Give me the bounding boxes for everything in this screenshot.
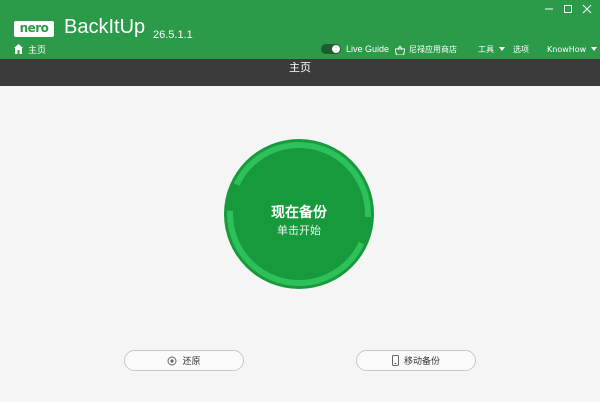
chevron-down-icon (591, 47, 598, 51)
home-icon (14, 44, 23, 54)
toggle-switch[interactable] (321, 44, 341, 54)
app-name: BackItUp (64, 16, 146, 38)
mobile-backup-label: 移动备份 (403, 357, 440, 367)
maximize-button[interactable] (562, 3, 574, 15)
maximize-icon (564, 5, 572, 13)
knowhow-menu-label: KnowHow (547, 44, 587, 54)
options-menu-label: 选项 (513, 44, 529, 54)
basket-icon (394, 40, 406, 59)
minimize-icon (545, 8, 553, 10)
header-bar: nero BackItUp 26.5.1.1 主页 Live Guide 尼禄应… (0, 0, 600, 59)
minimize-button[interactable] (543, 3, 555, 15)
restore-label: 还原 (182, 357, 201, 367)
tools-menu[interactable]: 工具 (478, 43, 505, 55)
mobile-backup-button[interactable]: 移动备份 (356, 350, 476, 371)
app-store-link[interactable]: 尼禄应用商店 (394, 43, 457, 55)
tools-menu-label: 工具 (478, 44, 494, 54)
close-button[interactable] (581, 3, 593, 15)
phone-icon (391, 351, 399, 370)
app-store-label: 尼禄应用商店 (409, 44, 457, 54)
nero-logo: nero (14, 21, 54, 37)
page-title: 主页 (289, 61, 311, 74)
page-title-bar: 主页 (0, 59, 600, 86)
live-guide-toggle[interactable]: Live Guide (321, 43, 389, 55)
toggle-knob (332, 45, 340, 53)
options-menu[interactable]: 选项 (513, 43, 529, 55)
app-window: nero BackItUp 26.5.1.1 主页 Live Guide 尼禄应… (0, 0, 600, 402)
backup-now-sublabel: 单击开始 (277, 224, 321, 237)
backup-now-label: 现在备份 (271, 205, 327, 221)
chevron-down-icon (499, 47, 505, 51)
app-version: 26.5.1.1 (153, 29, 193, 41)
live-guide-label: Live Guide (346, 44, 390, 54)
breadcrumb-home[interactable]: 主页 (14, 43, 47, 56)
restore-icon (167, 351, 177, 370)
breadcrumb-home-label: 主页 (28, 45, 47, 56)
knowhow-menu[interactable]: KnowHow (547, 43, 598, 55)
restore-button[interactable]: 还原 (124, 350, 244, 371)
close-icon (582, 4, 592, 14)
backup-now-button[interactable]: 现在备份 单击开始 (224, 139, 374, 289)
